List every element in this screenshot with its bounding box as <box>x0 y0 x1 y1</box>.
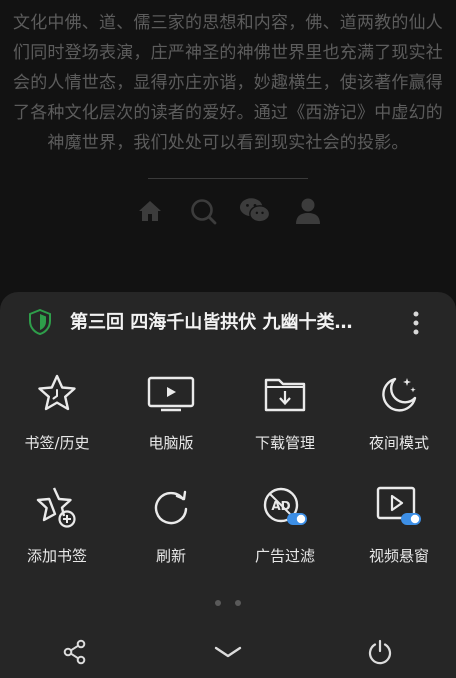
page-dot[interactable] <box>215 600 221 606</box>
ad-filter-icon: AD <box>261 483 309 531</box>
more-vertical-icon[interactable] <box>404 308 428 338</box>
menu-bottom-sheet: 第三回 四海千山皆拱伏 九幽十类… 书签/历史 电脑版 下载管理 夜间模式 添加… <box>0 292 456 678</box>
collapse-chevron-icon[interactable] <box>212 636 244 668</box>
tile-label: 刷新 <box>155 547 186 565</box>
video-float-icon <box>375 483 423 531</box>
shield-icon <box>28 308 52 336</box>
page-dot[interactable] <box>235 600 241 606</box>
star-add-icon <box>33 483 81 531</box>
share-icon[interactable] <box>59 636 91 668</box>
star-clock-icon <box>33 370 81 418</box>
add-bookmark-button[interactable]: 添加书签 <box>0 477 114 590</box>
wechat-icon[interactable] <box>239 195 271 227</box>
tile-label: 夜间模式 <box>368 434 429 452</box>
article-text: 文化中佛、道、儒三家的思想和内容，佛、道两教的仙人们同时登场表演，庄严神圣的神佛… <box>13 13 443 153</box>
download-folder-icon <box>261 370 309 418</box>
ad-filter-button[interactable]: AD 广告过滤 <box>228 477 342 590</box>
menu-grid: 书签/历史 电脑版 下载管理 夜间模式 添加书签 刷新 AD 广告过滤 视频悬窗 <box>0 364 456 590</box>
tile-label: 广告过滤 <box>254 547 315 565</box>
search-icon[interactable] <box>187 195 219 227</box>
refresh-icon <box>147 483 195 531</box>
bookmarks-history-button[interactable]: 书签/历史 <box>0 364 114 477</box>
refresh-button[interactable]: 刷新 <box>114 477 228 590</box>
video-float-button[interactable]: 视频悬窗 <box>342 477 456 590</box>
page-indicator <box>0 600 456 606</box>
user-icon[interactable] <box>292 195 324 227</box>
divider <box>148 178 308 179</box>
tile-label: 电脑版 <box>148 434 194 452</box>
article-footer-icons <box>134 194 324 228</box>
tile-label: 下载管理 <box>254 434 315 452</box>
desktop-mode-button[interactable]: 电脑版 <box>114 364 228 477</box>
tile-label: 添加书签 <box>26 547 87 565</box>
desktop-icon <box>147 370 195 418</box>
moon-stars-icon <box>375 370 423 418</box>
night-mode-button[interactable]: 夜间模式 <box>342 364 456 477</box>
bottom-bar <box>0 628 456 678</box>
home-icon[interactable] <box>134 195 166 227</box>
svg-text:AD: AD <box>271 499 290 513</box>
sheet-header: 第三回 四海千山皆拱伏 九幽十类… <box>0 292 456 354</box>
page-title: 第三回 四海千山皆拱伏 九幽十类… <box>70 312 353 333</box>
power-icon[interactable] <box>364 636 396 668</box>
tile-label: 书签/历史 <box>24 434 90 452</box>
download-manager-button[interactable]: 下载管理 <box>228 364 342 477</box>
tile-label: 视频悬窗 <box>368 547 429 565</box>
article-background: 文化中佛、道、儒三家的思想和内容，佛、道两教的仙人们同时登场表演，庄严神圣的神佛… <box>0 0 456 300</box>
